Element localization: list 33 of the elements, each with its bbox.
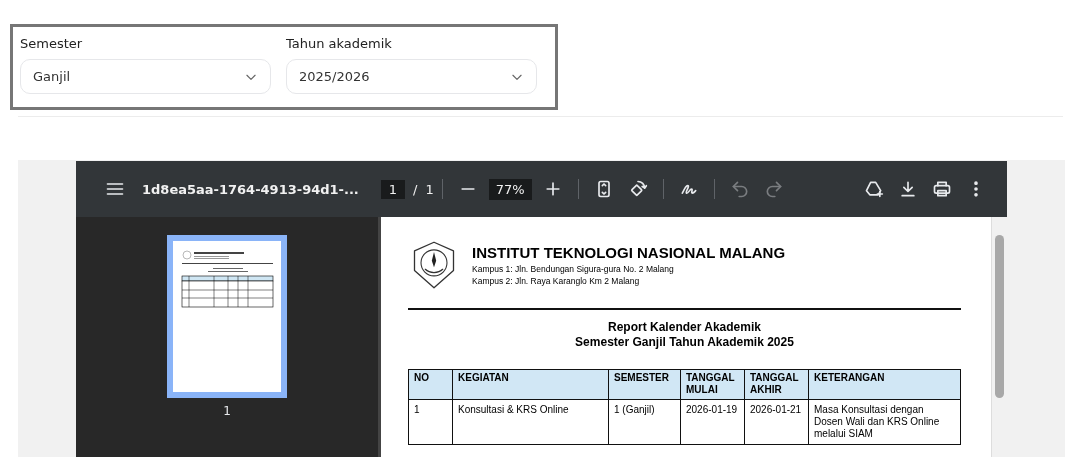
field-label: Tahun akademik bbox=[286, 36, 393, 53]
column-header: TANGGAL MULAI bbox=[680, 369, 745, 400]
page-number-field[interactable]: 1 bbox=[380, 179, 406, 199]
field-label: Semester bbox=[20, 36, 84, 53]
zoom-field[interactable]: 77% bbox=[488, 178, 532, 200]
scrollbar[interactable] bbox=[991, 217, 1007, 457]
print-icon[interactable] bbox=[932, 179, 952, 199]
scrollbar-thumb[interactable] bbox=[995, 235, 1004, 398]
table-cell: 1 bbox=[408, 399, 453, 445]
campus-address: Kampus 1: Jln. Bendungan Sigura-gura No. 2 Malang bbox=[472, 262, 675, 275]
file-name: 1d8ea5aa-1764-4913-94d1-... bbox=[142, 181, 359, 197]
table-cell: 2026-01-19 bbox=[680, 399, 745, 445]
page-separator: / bbox=[413, 181, 418, 197]
column-header: KEGIATAN bbox=[452, 369, 609, 400]
table-cell: Konsultasi & KRS Online bbox=[452, 399, 609, 445]
report-title: Report Kalender Akademik bbox=[607, 320, 762, 335]
institution-name: INSTITUT TEKNOLOGI NASIONAL MALANG bbox=[472, 243, 786, 261]
page-total: 1 bbox=[425, 181, 434, 197]
campus-address: Kampus 2: Jln. Raya Karanglo Km 2 Malang bbox=[472, 274, 641, 287]
column-header: KETERANGAN bbox=[808, 369, 961, 400]
column-header: SEMESTER bbox=[608, 369, 681, 400]
table-cell: 2026-01-21 bbox=[744, 399, 809, 445]
table-cell: Masa Konsultasi dengan Dosen Wali dan KRS Online melalui SIAM bbox=[808, 399, 961, 445]
download-icon[interactable] bbox=[898, 179, 918, 199]
dropdown-field[interactable]: Ganjil bbox=[20, 59, 271, 94]
column-header: NO bbox=[408, 369, 453, 400]
thumbnail-label: 1 bbox=[223, 404, 231, 418]
table-cell: 1 (Ganjil) bbox=[608, 399, 681, 445]
dropdown-field[interactable]: 2025/2026 bbox=[286, 59, 537, 94]
page-thumbnail[interactable] bbox=[167, 235, 287, 398]
column-header: TANGGAL AKHIR bbox=[744, 369, 809, 400]
drive-add-icon[interactable] bbox=[864, 179, 884, 199]
report-title: Semester Ganjil Tahun Akademik 2025 bbox=[574, 335, 795, 350]
